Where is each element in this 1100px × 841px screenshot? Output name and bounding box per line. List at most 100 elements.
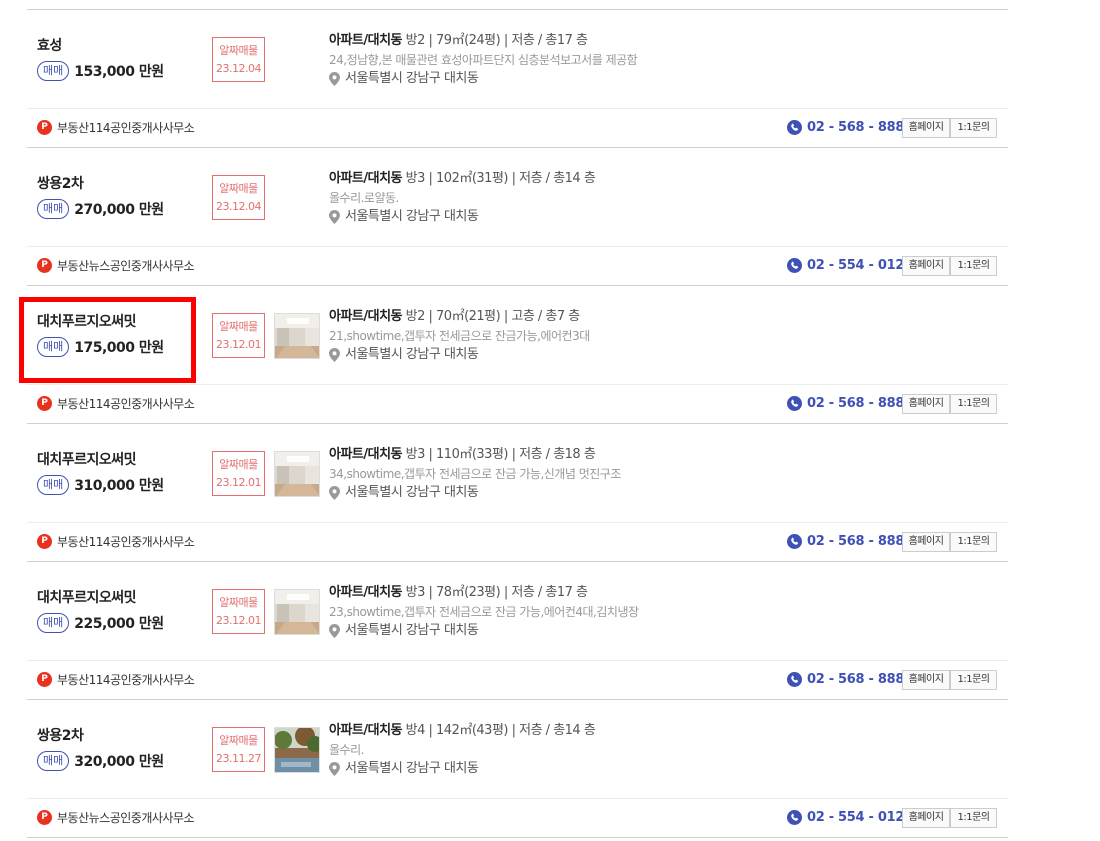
- agent-phone[interactable]: 02 - 554 - 0123: [807, 257, 913, 275]
- property-details: 방4 | 142㎡(43평) | 저층 / 총14 층: [402, 723, 596, 738]
- listing-main[interactable]: 대치푸르지오써밋 매매 225,000 만원 알짜매물 23.12.01 아파트…: [27, 562, 1008, 661]
- homepage-button[interactable]: 홈페이지: [902, 118, 950, 138]
- property-type: 아파트/대치동: [329, 33, 403, 48]
- agent-name[interactable]: 부동산114공인중개사사무소: [57, 119, 195, 137]
- listing-info[interactable]: 아파트/대치동 방3 | 110㎡(33평) | 저층 / 총18 층 34,s…: [329, 445, 989, 503]
- agent-phone[interactable]: 02 - 568 - 8888: [807, 533, 913, 551]
- listing-location: 서울특별시 강남구 대치동: [329, 345, 989, 365]
- listing-item-1[interactable]: 효성 매매 153,000 만원 알짜매물 23.12.04 아파트/대치동 방…: [27, 10, 1008, 148]
- listing-name[interactable]: 대치푸르지오써밋: [37, 587, 137, 607]
- location-text: 서울특별시 강남구 대치동: [345, 209, 479, 224]
- location-text: 서울특별시 강남구 대치동: [345, 485, 479, 500]
- inquiry-button[interactable]: 1:1문의: [950, 256, 997, 276]
- deal-type-badge: 매매: [37, 337, 70, 357]
- listing-item-2[interactable]: 쌍용2차 매매 270,000 만원 알짜매물 23.12.04 아파트/대치동…: [27, 148, 1008, 286]
- inquiry-button[interactable]: 1:1문의: [950, 808, 997, 828]
- location-pin-icon: [329, 486, 340, 500]
- listing-info[interactable]: 아파트/대치동 방3 | 102㎡(31평) | 저층 / 총14 층 올수리.…: [329, 169, 989, 227]
- room-photo-image: [275, 452, 319, 496]
- property-details: 방2 | 79㎡(24평) | 저층 / 총17 층: [402, 33, 588, 48]
- agent-phone[interactable]: 02 - 568 - 8888: [807, 119, 913, 137]
- homepage-button[interactable]: 홈페이지: [902, 394, 950, 414]
- verified-label: 알짜매물: [219, 596, 258, 609]
- property-type: 아파트/대치동: [329, 585, 403, 600]
- listing-item-6[interactable]: 쌍용2차 매매 320,000 만원 알짜매물 23.11.27 아파트/대치동…: [27, 700, 1008, 838]
- listing-item-3[interactable]: 대치푸르지오써밋 매매 175,000 만원 알짜매물 23.12.01 아파트…: [27, 286, 1008, 424]
- listing-info[interactable]: 아파트/대치동 방3 | 78㎡(23평) | 저층 / 총17 층 23,sh…: [329, 583, 989, 641]
- agent-phone[interactable]: 02 - 554 - 0123: [807, 809, 913, 827]
- verified-label: 알짜매물: [219, 458, 258, 471]
- listing-main[interactable]: 대치푸르지오써밋 매매 310,000 만원 알짜매물 23.12.01 아파트…: [27, 424, 1008, 523]
- agent-row: P 부동산114공인중개사사무소 02 - 568 - 8888 홈페이지 1:…: [27, 523, 1008, 561]
- listing-description: 올수리.로얄동.: [329, 191, 399, 205]
- listing-photo[interactable]: [274, 589, 320, 635]
- phone-icon: [787, 258, 802, 273]
- phone-icon: [787, 396, 802, 411]
- verified-date: 23.12.01: [216, 476, 261, 489]
- location-text: 서울특별시 강남구 대치동: [345, 71, 479, 86]
- listing-main[interactable]: 효성 매매 153,000 만원 알짜매물 23.12.04 아파트/대치동 방…: [27, 10, 1008, 109]
- listing-summary: 아파트/대치동 방2 | 79㎡(24평) | 저층 / 총17 층: [329, 31, 989, 51]
- phone-icon: [787, 810, 802, 825]
- agent-name[interactable]: 부동산114공인중개사사무소: [57, 395, 195, 413]
- agent-row: P 부동산뉴스공인중개사사무소 02 - 554 - 0123 홈페이지 1:1…: [27, 799, 1008, 837]
- listing-info[interactable]: 아파트/대치동 방2 | 79㎡(24평) | 저층 / 총17 층 24,정남…: [329, 31, 989, 89]
- listing-item-4[interactable]: 대치푸르지오써밋 매매 310,000 만원 알짜매물 23.12.01 아파트…: [27, 424, 1008, 562]
- inquiry-button[interactable]: 1:1문의: [950, 118, 997, 138]
- listing-info[interactable]: 아파트/대치동 방4 | 142㎡(43평) | 저층 / 총14 층 올수리.…: [329, 721, 989, 779]
- agent-logo-icon: P: [37, 396, 52, 411]
- listing-main[interactable]: 쌍용2차 매매 270,000 만원 알짜매물 23.12.04 아파트/대치동…: [27, 148, 1008, 247]
- agent-row: P 부동산114공인중개사사무소 02 - 568 - 8888 홈페이지 1:…: [27, 385, 1008, 423]
- agent-phone[interactable]: 02 - 568 - 8888: [807, 395, 913, 413]
- listing-location: 서울특별시 강남구 대치동: [329, 207, 989, 227]
- homepage-button[interactable]: 홈페이지: [902, 670, 950, 690]
- location-text: 서울특별시 강남구 대치동: [345, 761, 479, 776]
- homepage-button[interactable]: 홈페이지: [902, 532, 950, 552]
- listing-list: 효성 매매 153,000 만원 알짜매물 23.12.04 아파트/대치동 방…: [27, 0, 1008, 838]
- price-row: 매매 153,000 만원: [37, 61, 164, 81]
- agent-name[interactable]: 부동산114공인중개사사무소: [57, 671, 195, 689]
- listing-location: 서울특별시 강남구 대치동: [329, 759, 989, 779]
- homepage-button[interactable]: 홈페이지: [902, 808, 950, 828]
- listing-summary: 아파트/대치동 방3 | 110㎡(33평) | 저층 / 총18 층: [329, 445, 989, 465]
- location-pin-icon: [329, 72, 340, 86]
- phone-icon: [787, 120, 802, 135]
- listing-main[interactable]: 대치푸르지오써밋 매매 175,000 만원 알짜매물 23.12.01 아파트…: [27, 286, 1008, 385]
- listing-price: 270,000 만원: [74, 202, 164, 218]
- listing-item-5[interactable]: 대치푸르지오써밋 매매 225,000 만원 알짜매물 23.12.01 아파트…: [27, 562, 1008, 700]
- listing-info[interactable]: 아파트/대치동 방2 | 70㎡(21평) | 고층 / 총7 층 21,sho…: [329, 307, 989, 365]
- agent-name[interactable]: 부동산114공인중개사사무소: [57, 533, 195, 551]
- listing-name[interactable]: 효성: [37, 35, 62, 55]
- listing-location: 서울특별시 강남구 대치동: [329, 69, 989, 89]
- listing-description: 23,showtime,갭투자 전세금으로 잔금 가능,에어컨4대,김치냉장: [329, 605, 639, 619]
- inquiry-button[interactable]: 1:1문의: [950, 670, 997, 690]
- listing-price: 225,000 만원: [74, 616, 164, 632]
- listing-name[interactable]: 대치푸르지오써밋: [37, 449, 137, 469]
- property-type: 아파트/대치동: [329, 309, 403, 324]
- agent-phone[interactable]: 02 - 568 - 8888: [807, 671, 913, 689]
- price-row: 매매 320,000 만원: [37, 751, 164, 771]
- agent-logo-icon: P: [37, 534, 52, 549]
- agent-name[interactable]: 부동산뉴스공인중개사사무소: [57, 809, 195, 827]
- list-top-divider: [27, 0, 1008, 10]
- listing-photo[interactable]: [274, 451, 320, 497]
- verified-label: 알짜매물: [219, 44, 258, 57]
- agent-name[interactable]: 부동산뉴스공인중개사사무소: [57, 257, 195, 275]
- location-text: 서울특별시 강남구 대치동: [345, 347, 479, 362]
- deal-type-badge: 매매: [37, 475, 70, 495]
- inquiry-button[interactable]: 1:1문의: [950, 532, 997, 552]
- verified-date: 23.12.04: [216, 200, 261, 213]
- listing-photo[interactable]: [274, 313, 320, 359]
- location-text: 서울특별시 강남구 대치동: [345, 623, 479, 638]
- agent-row: P 부동산114공인중개사사무소 02 - 568 - 8888 홈페이지 1:…: [27, 109, 1008, 147]
- listing-name[interactable]: 대치푸르지오써밋: [37, 311, 137, 331]
- listing-main[interactable]: 쌍용2차 매매 320,000 만원 알짜매물 23.11.27 아파트/대치동…: [27, 700, 1008, 799]
- listing-summary: 아파트/대치동 방4 | 142㎡(43평) | 저층 / 총14 층: [329, 721, 989, 741]
- listing-name[interactable]: 쌍용2차: [37, 173, 84, 193]
- homepage-button[interactable]: 홈페이지: [902, 256, 950, 276]
- listing-photo[interactable]: [274, 727, 320, 773]
- listing-name[interactable]: 쌍용2차: [37, 725, 84, 745]
- inquiry-button[interactable]: 1:1문의: [950, 394, 997, 414]
- phone-icon: [787, 534, 802, 549]
- verified-date: 23.12.01: [216, 614, 261, 627]
